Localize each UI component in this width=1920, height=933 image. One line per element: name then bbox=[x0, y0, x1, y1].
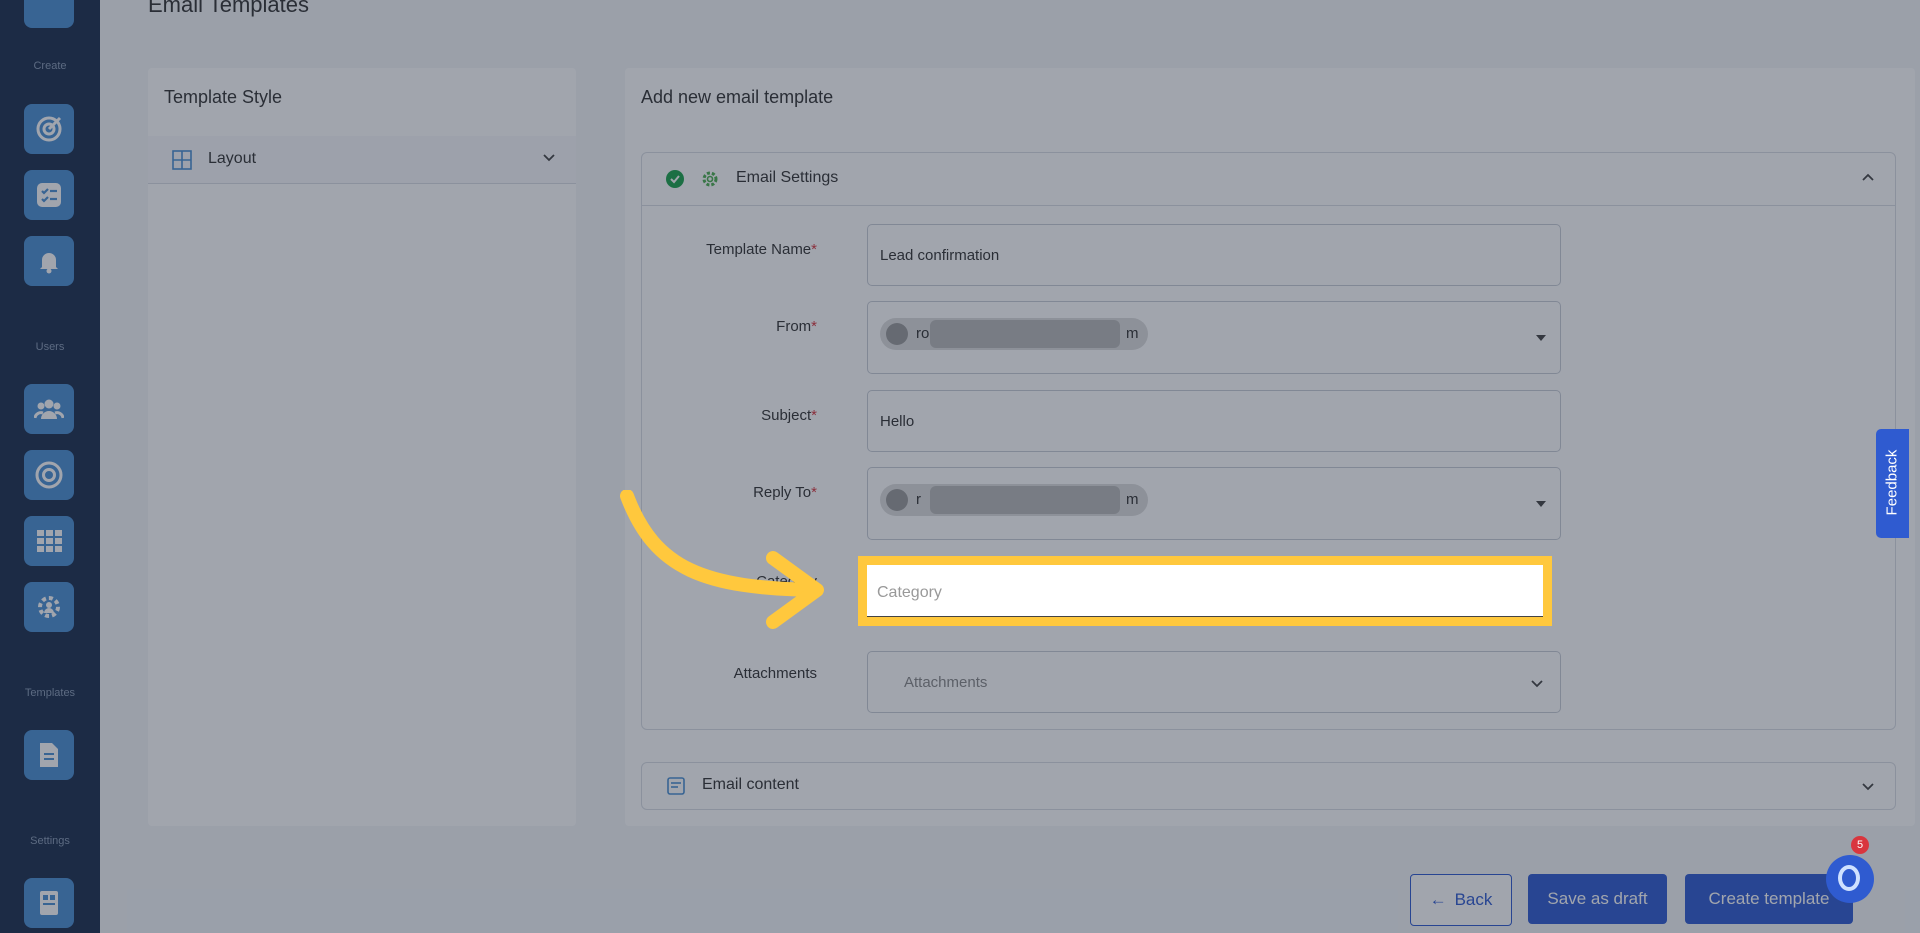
reply-to-chip[interactable]: r m bbox=[880, 484, 1148, 516]
subject-input[interactable]: Hello bbox=[867, 390, 1561, 452]
sidebar-section-users: Users bbox=[35, 341, 65, 353]
category-select[interactable]: Category bbox=[867, 565, 1543, 617]
email-content-title: Email content bbox=[702, 776, 799, 793]
save-draft-button[interactable]: Save as draft bbox=[1528, 874, 1667, 924]
from-chip[interactable]: ro m bbox=[880, 318, 1148, 350]
redacted-email bbox=[930, 486, 1120, 514]
category-highlight: Category bbox=[858, 556, 1552, 626]
email-content-icon bbox=[666, 776, 686, 801]
caret-down-icon bbox=[1536, 501, 1546, 507]
from-label: From* bbox=[776, 318, 817, 335]
attachments-select[interactable]: Attachments bbox=[867, 651, 1561, 713]
email-settings-header[interactable]: Email Settings bbox=[642, 153, 1895, 206]
sidebar: Create Users Templates Settings bbox=[0, 0, 100, 933]
document-icon[interactable] bbox=[24, 730, 74, 780]
layout-icon bbox=[172, 150, 192, 175]
gear-icon bbox=[700, 169, 720, 194]
feedback-tab[interactable]: Feedback bbox=[1876, 429, 1909, 538]
category-placeholder: Category bbox=[877, 584, 942, 601]
layout-label: Layout bbox=[208, 150, 257, 167]
add-template-title: Add new email template bbox=[641, 87, 834, 107]
subject-value: Hello bbox=[880, 413, 915, 430]
sidebar-section-create: Create bbox=[33, 60, 67, 72]
chevron-down-icon bbox=[542, 150, 556, 169]
chat-icon bbox=[1838, 865, 1860, 891]
back-button[interactable]: ← Back bbox=[1410, 874, 1512, 926]
template-style-title: Template Style bbox=[164, 87, 283, 107]
email-content-section[interactable]: Email content bbox=[641, 762, 1896, 810]
layout-accordion[interactable]: Layout bbox=[148, 136, 576, 184]
reply-to-value-start: r bbox=[916, 491, 921, 508]
sidebar-top-button[interactable] bbox=[24, 0, 74, 28]
email-settings-title: Email Settings bbox=[736, 169, 839, 186]
avatar bbox=[886, 489, 908, 511]
check-circle-icon bbox=[666, 170, 684, 193]
notification-badge: 5 bbox=[1851, 836, 1869, 854]
template-name-input[interactable]: Lead confirmation bbox=[867, 224, 1561, 286]
grid-icon[interactable] bbox=[24, 516, 74, 566]
target-icon[interactable] bbox=[24, 104, 74, 154]
tutorial-arrow-icon bbox=[620, 490, 824, 629]
users-icon[interactable] bbox=[24, 384, 74, 434]
checklist-icon[interactable] bbox=[24, 170, 74, 220]
caret-down-icon bbox=[1536, 335, 1546, 341]
arrow-left-icon: ← bbox=[1429, 890, 1447, 909]
sidebar-section-settings: Settings bbox=[30, 835, 70, 847]
subject-label: Subject* bbox=[761, 407, 817, 424]
bell-icon[interactable] bbox=[24, 236, 74, 286]
sidebar-section-templates: Templates bbox=[24, 687, 76, 699]
team-gear-icon[interactable] bbox=[24, 582, 74, 632]
from-value-start: ro bbox=[916, 325, 930, 342]
attachments-label: Attachments bbox=[733, 665, 817, 682]
feedback-label: Feedback bbox=[1883, 449, 1901, 516]
reply-to-select[interactable]: r m bbox=[867, 467, 1561, 540]
back-label: Back bbox=[1454, 890, 1493, 909]
circle-target-icon[interactable] bbox=[24, 450, 74, 500]
help-chat-button[interactable] bbox=[1826, 855, 1874, 903]
reply-to-value-end: m bbox=[1126, 491, 1139, 508]
chevron-up-icon bbox=[1861, 171, 1875, 190]
attachments-placeholder: Attachments bbox=[904, 674, 988, 691]
settings-doc-icon[interactable] bbox=[24, 878, 74, 928]
chevron-down-icon bbox=[1530, 676, 1544, 694]
page-title: Email Templates bbox=[148, 0, 309, 17]
redacted-email bbox=[930, 320, 1120, 348]
template-name-value: Lead confirmation bbox=[880, 247, 1000, 264]
from-select[interactable]: ro m bbox=[867, 301, 1561, 374]
template-name-label: Template Name* bbox=[706, 241, 817, 258]
avatar bbox=[886, 323, 908, 345]
from-value-end: m bbox=[1126, 325, 1139, 342]
chevron-down-icon bbox=[1861, 779, 1875, 798]
